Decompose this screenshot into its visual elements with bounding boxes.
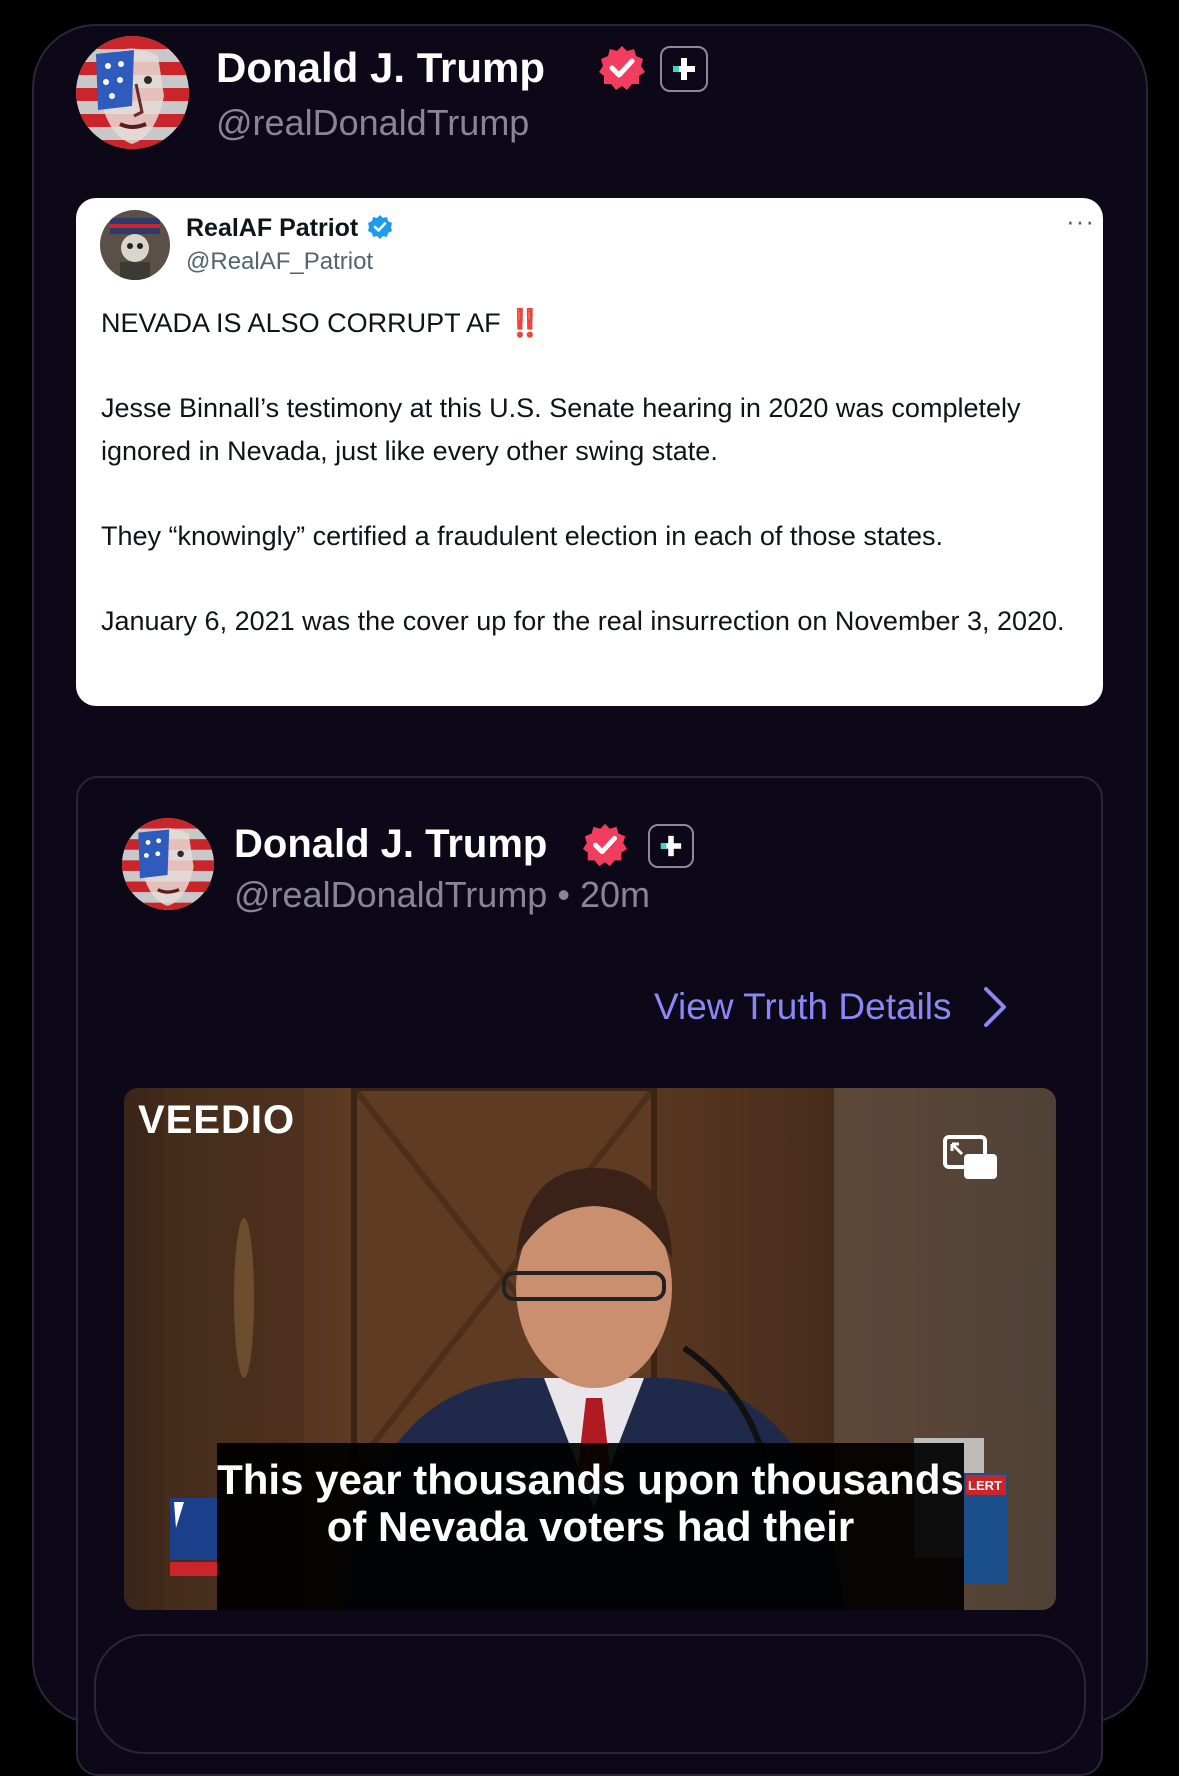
video-caption: This year thousands upon thousands of Ne…: [217, 1443, 964, 1610]
author-avatar[interactable]: [76, 36, 189, 149]
tweet-paragraph-2: Jesse Binnall’s testimony at this U.S. S…: [101, 393, 1021, 466]
next-post-card[interactable]: [94, 1634, 1086, 1754]
verified-badge-icon: [598, 44, 646, 97]
post-time: 20m: [579, 874, 650, 915]
video-player[interactable]: VEEDIO LERT This year thousands upon tho…: [124, 1088, 1056, 1610]
quoted-verified-badge-icon: [582, 822, 628, 873]
tweet-author-avatar: [100, 210, 170, 280]
quoted-author-handle[interactable]: @realDonaldTrump: [234, 874, 547, 915]
chevron-right-icon: [983, 987, 1006, 1027]
tweet-author-name: RealAF Patriot: [186, 214, 393, 243]
fox-news-logo: [170, 1498, 220, 1583]
alert-graphic: LERT: [964, 1473, 1034, 1588]
tweet-verified-icon: [368, 215, 393, 239]
view-truth-details-link[interactable]: View Truth Details: [654, 986, 1008, 1028]
quoted-truth-card[interactable]: Donald J. Trump @realDonaldTrump • 20m V…: [76, 776, 1103, 1776]
tweet-paragraph-3: They “knowingly” certified a fraudulent …: [101, 521, 943, 551]
quoted-plus-badge-icon: [648, 824, 694, 868]
separator-dot: •: [557, 874, 580, 915]
picture-in-picture-icon[interactable]: [942, 1134, 1000, 1187]
plus-badge-icon: [660, 46, 708, 92]
tweet-text: NEVADA IS ALSO CORRUPT AF ‼️ Jesse Binna…: [101, 302, 1086, 643]
tweet-paragraph-4: January 6, 2021 was the cover up for the…: [101, 606, 1065, 636]
author-name[interactable]: Donald J. Trump: [216, 44, 545, 92]
view-truth-details-label: View Truth Details: [654, 986, 952, 1027]
alert-text: LERT: [968, 1478, 1002, 1493]
more-options-icon: ···: [1066, 206, 1095, 236]
tweet-line-1: NEVADA IS ALSO CORRUPT AF ‼️: [101, 302, 1086, 345]
tweet-line-1-text: NEVADA IS ALSO CORRUPT AF: [101, 308, 509, 338]
veedio-watermark: VEEDIO: [138, 1098, 296, 1142]
tweet-author-name-text: RealAF Patriot: [186, 214, 359, 242]
author-handle[interactable]: @realDonaldTrump: [216, 102, 529, 144]
double-exclamation-emoji: ‼️: [508, 308, 542, 338]
quoted-author-handle-line: @realDonaldTrump • 20m: [234, 874, 650, 916]
quoted-author-avatar[interactable]: [122, 818, 214, 910]
embedded-tweet-image[interactable]: RealAF Patriot @RealAF_Patriot ··· NEVAD…: [76, 198, 1103, 706]
tweet-author-handle: @RealAF_Patriot: [186, 248, 374, 275]
truth-post-card: Donald J. Trump @realDonaldTrump RealAF …: [32, 24, 1148, 1776]
quoted-author-name[interactable]: Donald J. Trump: [234, 822, 547, 867]
